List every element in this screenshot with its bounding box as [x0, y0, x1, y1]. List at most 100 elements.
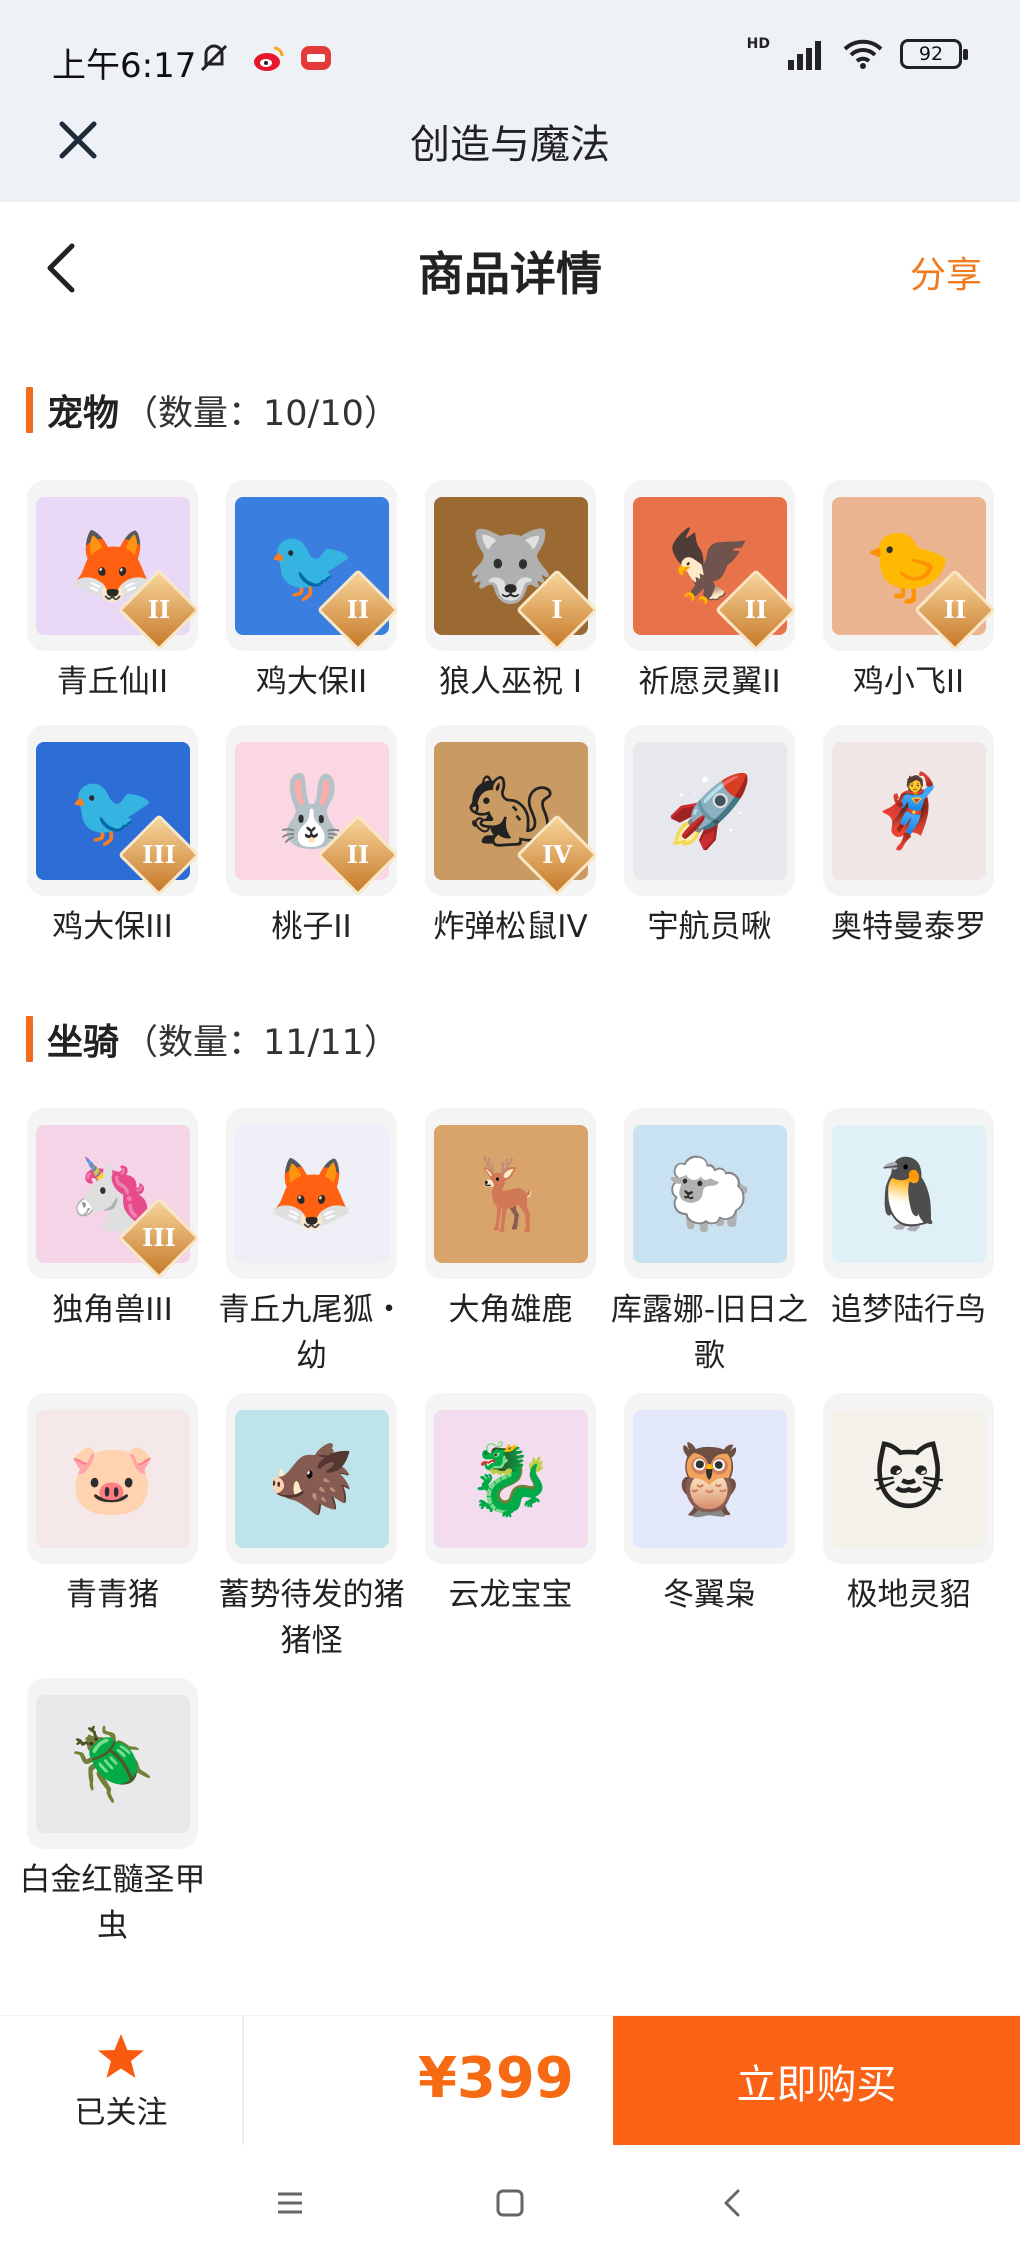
mount-item[interactable]: 🐉 云龙宝宝: [425, 1393, 596, 1664]
item-glyph: 🐱: [872, 1437, 945, 1520]
pets-grid: 🦊 II 青丘仙II 🐦 II 鸡大保II 🐺 I 狼人巫祝 I 🦅 II 祈愿灵翼II 🐤 II 鸡小飞I…: [27, 480, 994, 950]
mount-item[interactable]: 🦉 冬翼枭: [624, 1393, 795, 1664]
bottom-action-bar: 已关注 ¥399 立即购买: [0, 2015, 1020, 2146]
status-time: 上午6:17: [52, 46, 197, 86]
pet-item[interactable]: 🐺 I 狼人巫祝 I: [425, 480, 596, 705]
follow-button[interactable]: 已关注: [0, 2016, 244, 2146]
mount-item[interactable]: 🦌 大角雄鹿: [425, 1108, 596, 1379]
webview-header: 创造与魔法: [0, 100, 1020, 202]
item-thumbnail: 🐰 II: [226, 725, 397, 896]
mounts-grid: 🦄 III 独角兽III 🦊 青丘九尾狐・幼 🦌 大角雄鹿 🐑 库露娜-旧日之歌 🐧 追梦陆行鸟 🐷 青…: [20, 1108, 994, 1949]
status-right-icons: HD 92: [746, 36, 968, 70]
pets-section-count: （数量：10/10）: [123, 393, 399, 434]
pet-item[interactable]: 🚀 宇航员啾: [624, 725, 795, 950]
item-glyph: 🪲: [68, 1722, 157, 1805]
item-label: 奥特曼泰罗: [831, 909, 986, 945]
item-thumbnail: 🦊 II: [27, 480, 198, 651]
item-label: 库露娜-旧日之歌: [610, 1292, 809, 1374]
rank-text: I: [551, 595, 563, 624]
baby-dragon-icon: 🐉: [433, 1409, 588, 1548]
ultraman-icon: 🦸: [831, 741, 986, 880]
deer-icon: 🦌: [433, 1124, 588, 1263]
pet-item[interactable]: 🦊 II 青丘仙II: [27, 480, 198, 705]
mount-item[interactable]: 🦊 青丘九尾狐・幼: [219, 1108, 405, 1379]
item-label: 独角兽III: [52, 1292, 173, 1328]
pet-item[interactable]: 🐤 II 鸡小飞II: [823, 480, 994, 705]
price-value: ¥399: [418, 2046, 574, 2111]
buy-now-button[interactable]: 立即购买: [613, 2016, 1020, 2146]
item-label: 宇航员啾: [647, 909, 772, 945]
item-label: 大角雄鹿: [448, 1292, 573, 1328]
signal-icon: [788, 41, 821, 70]
item-label: 追梦陆行鸟: [831, 1292, 986, 1328]
item-glyph: 🦸: [864, 769, 953, 852]
item-thumbnail: 🦌: [425, 1108, 596, 1279]
item-thumbnail: 🦄 III: [27, 1108, 198, 1279]
pet-item[interactable]: 🐦 III 鸡大保III: [27, 725, 198, 950]
top-area: 上午6:17 HD 92 创造与魔法: [0, 0, 1020, 202]
mount-item[interactable]: 🐧 追梦陆行鸟: [823, 1108, 994, 1379]
pet-item[interactable]: 🐰 II 桃子II: [226, 725, 397, 950]
item-glyph: 🦌: [466, 1152, 555, 1235]
section-marker: [26, 387, 33, 433]
system-back-icon[interactable]: [714, 2185, 750, 2221]
item-thumbnail: 🐦 II: [226, 480, 397, 651]
beetle-icon: 🪲: [35, 1694, 190, 1833]
mount-item[interactable]: 🐗 蓄势待发的猪猪怪: [219, 1393, 405, 1664]
pet-item[interactable]: 🐿 IV 炸弹松鼠IV: [425, 725, 596, 950]
page-title: 商品详情: [418, 247, 602, 301]
item-thumbnail: 🐑: [624, 1108, 795, 1279]
pet-item[interactable]: 🦸 奥特曼泰罗: [823, 725, 994, 950]
rank-text: III: [142, 1223, 176, 1252]
pets-section-name: 宠物: [47, 393, 120, 434]
owl-icon: 🦉: [632, 1409, 787, 1548]
system-nav-bar: [0, 2145, 1020, 2267]
rank-text: II: [744, 595, 768, 624]
follow-label: 已关注: [74, 2094, 168, 2131]
page-nav: 商品详情 分享: [0, 202, 1020, 332]
item-label: 云龙宝宝: [448, 1577, 573, 1613]
star-icon: [98, 2033, 144, 2078]
item-glyph: 🐷: [68, 1437, 157, 1520]
menu-icon[interactable]: [272, 2185, 308, 2221]
rank-text: III: [142, 840, 176, 869]
pet-item[interactable]: 🦅 II 祈愿灵翼II: [624, 480, 795, 705]
mount-item[interactable]: 🐱 极地灵貂: [823, 1393, 994, 1664]
item-label: 青青猪: [66, 1577, 159, 1613]
mounts-section-count: （数量：11/11）: [123, 1022, 399, 1063]
rank-text: II: [943, 595, 967, 624]
item-thumbnail: 🦊: [226, 1108, 397, 1279]
hd-indicator: HD: [746, 36, 770, 52]
item-thumbnail: 🚀: [624, 725, 795, 896]
item-label: 白金红髓圣甲虫: [19, 1862, 206, 1944]
pet-item[interactable]: 🐦 II 鸡大保II: [226, 480, 397, 705]
item-thumbnail: 🪲: [27, 1678, 198, 1849]
share-button[interactable]: 分享: [910, 246, 982, 298]
item-thumbnail: 🐷: [27, 1393, 198, 1564]
mount-item[interactable]: 🐷 青青猪: [27, 1393, 198, 1664]
item-label: 鸡大保II: [255, 664, 368, 700]
mount-item[interactable]: 🐑 库露娜-旧日之歌: [611, 1108, 808, 1379]
item-label: 极地灵貂: [846, 1577, 971, 1613]
item-thumbnail: 🐺 I: [425, 480, 596, 651]
mount-item[interactable]: 🦄 III 独角兽III: [27, 1108, 198, 1379]
item-label: 青丘九尾狐・幼: [218, 1292, 405, 1374]
item-thumbnail: 🐿 IV: [425, 725, 596, 896]
news-app-icon: [301, 46, 331, 70]
item-thumbnail: 🐧: [823, 1108, 994, 1279]
sheep-girl-icon: 🐑: [632, 1124, 787, 1263]
section-marker: [26, 1016, 33, 1062]
item-thumbnail: 🦅 II: [624, 480, 795, 651]
item-label: 鸡大保III: [52, 909, 173, 945]
snow-mink-icon: 🐱: [831, 1409, 986, 1548]
rank-text: II: [346, 595, 370, 624]
status-bar: 上午6:17 HD 92: [0, 0, 1020, 116]
mount-item[interactable]: 🪲 白金红髓圣甲虫: [20, 1678, 206, 1949]
item-thumbnail: 🐱: [823, 1393, 994, 1564]
webview-title: 创造与魔法: [410, 122, 610, 168]
item-glyph: 🚀: [665, 769, 754, 852]
home-icon[interactable]: [492, 2185, 528, 2221]
item-thumbnail: 🐉: [425, 1393, 596, 1564]
weibo-icon: [254, 46, 284, 71]
item-label: 狼人巫祝 I: [439, 664, 582, 700]
